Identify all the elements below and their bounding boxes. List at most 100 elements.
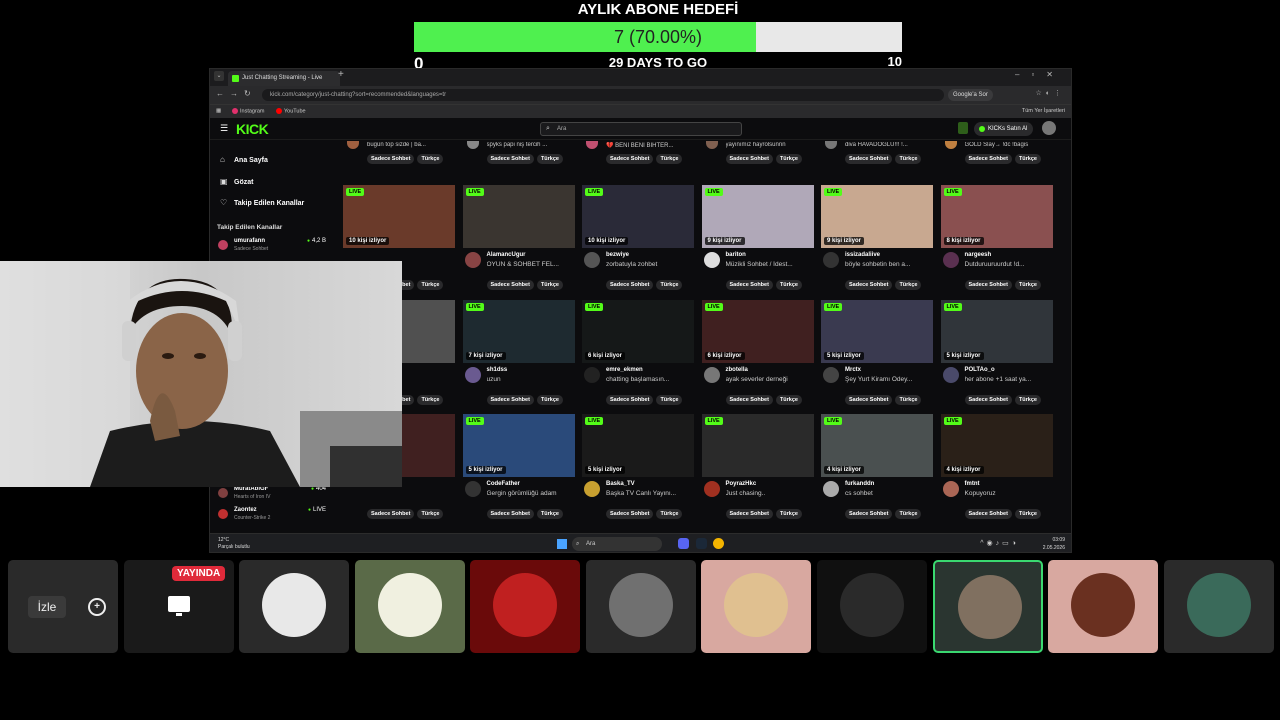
car-avatar[interactable] — [1164, 560, 1274, 653]
avatar[interactable] — [942, 366, 959, 383]
tag-language[interactable]: Türkçe — [656, 394, 683, 405]
tag-language[interactable]: Türkçe — [536, 394, 563, 405]
url-field[interactable]: kick.com/category/just-chatting?sort=rec… — [262, 89, 944, 101]
followed-channel[interactable]: umurafann Sadece Sohbet 4,2 B — [218, 238, 326, 254]
avatar[interactable] — [584, 252, 600, 268]
avatar[interactable] — [464, 366, 481, 383]
stream-thumbnail[interactable]: LIVE 5 kişi izliyor — [582, 414, 694, 477]
stream-thumbnail[interactable]: LIVE 5 kişi izliyor — [940, 299, 1053, 363]
channel-name[interactable]: emre_ekmen — [606, 367, 643, 373]
avatar[interactable] — [584, 366, 600, 383]
channel-name[interactable]: bezwiye — [606, 252, 629, 258]
tag-language[interactable]: Türkçe — [656, 280, 683, 290]
channel-name[interactable]: AlamancUgur — [487, 252, 526, 258]
tag-chat[interactable]: Sadece Sohbet — [964, 280, 1012, 290]
tag-chat[interactable]: Sadece Sohbet — [964, 509, 1012, 519]
tag-language[interactable]: Türkçe — [536, 509, 563, 519]
tag-chat[interactable]: Sadece Sohbet — [964, 394, 1012, 405]
tag-chat[interactable]: Sadece Sohbet — [606, 154, 654, 164]
system-tray-icon[interactable]: ^◉♪▭◑ — [980, 539, 1019, 547]
zoom-icon[interactable]: + — [88, 598, 106, 616]
tag-language[interactable]: Türkçe — [417, 280, 444, 290]
browser-tab[interactable]: Just Chatting Streaming - Live — [228, 71, 340, 86]
tag-language[interactable]: Türkçe — [1014, 509, 1041, 519]
tag-language[interactable]: Türkçe — [1014, 280, 1041, 290]
stream-thumbnail[interactable]: LIVE 5 kişi izliyor — [462, 414, 575, 477]
buy-kicks-button[interactable]: KICKs Satın Al — [974, 122, 1034, 136]
avatar[interactable] — [703, 252, 720, 268]
bookmark-instagram[interactable]: Instagram — [232, 108, 264, 114]
steam-icon[interactable] — [695, 538, 707, 549]
avatar[interactable] — [823, 252, 839, 268]
stream-card[interactable]: LIVE 7 kişi izliyor sh1dss uzun Sadece Sohbe… — [462, 299, 575, 412]
tag-language[interactable]: Türkçe — [1014, 394, 1041, 405]
tag-language[interactable]: Türkçe — [895, 154, 922, 164]
tag-language[interactable]: Türkçe — [417, 394, 444, 405]
sidebar-item-following[interactable]: ♡ Takip Edilen Kanallar — [220, 196, 304, 210]
stream-card-partial[interactable]: diva HAVADOGLU!!! !... Sadece Sohbet Türkç… — [821, 141, 933, 171]
hat-man-avatar[interactable] — [586, 560, 696, 653]
tag-language[interactable]: Türkçe — [775, 154, 802, 164]
tag-chat[interactable]: Sadece Sohbet — [486, 394, 534, 405]
weather-widget[interactable]: 12°C Parçalı bulutlu — [218, 537, 250, 551]
hamburger-menu-icon[interactable]: ☰ — [220, 123, 228, 134]
stream-card[interactable]: LIVE 10 kişi izliyor bezwiye zorbatuyla zoh… — [582, 185, 694, 297]
stream-card-partial[interactable]: GOLD Slay→ !dc !bagis Sadece Sohbet Türkçe — [941, 141, 1053, 171]
nav-buttons-icon[interactable]: ←→↻ — [216, 89, 257, 98]
channel-name[interactable]: Baska_TV — [606, 481, 635, 487]
tag-language[interactable]: Türkçe — [895, 394, 922, 405]
avatar[interactable] — [464, 252, 481, 268]
stream-card[interactable]: LIVE 5 kişi izliyor Baska_TV Başka TV Canlı… — [582, 414, 694, 526]
channel-name[interactable]: bariton — [726, 252, 746, 258]
channel-name[interactable]: issizadaliive — [845, 252, 880, 258]
watch-button[interactable]: İzle — [28, 596, 66, 618]
stream-card[interactable]: LIVE AlamancUgur OYUN & SOHBET FEL... Sadec… — [462, 185, 575, 297]
red-webcam-avatar[interactable] — [470, 560, 580, 653]
tag-language[interactable]: Türkçe — [895, 280, 922, 290]
stream-thumbnail[interactable]: LIVE 4 kişi izliyor — [940, 414, 1053, 477]
chicken-avatar[interactable] — [355, 560, 465, 653]
all-bookmarks[interactable]: Tüm Yer İşaretleri — [1022, 108, 1065, 114]
tag-chat[interactable]: Sadece Sohbet — [845, 154, 893, 164]
tag-language[interactable]: Türkçe — [656, 154, 683, 164]
tag-chat[interactable]: Sadece Sohbet — [606, 394, 654, 405]
bookmark-youtube[interactable]: YouTube — [276, 108, 306, 114]
stream-thumbnail[interactable]: LIVE 6 kişi izliyor — [582, 299, 694, 363]
taskbar-clock[interactable]: 03:09 2.05.2026 — [1043, 536, 1065, 552]
tag-chat[interactable]: Sadece Sohbet — [845, 394, 893, 405]
stream-card[interactable]: LIVE 5 kişi izliyor CodeFather Gergin görüm… — [462, 414, 575, 526]
apps-grid-icon[interactable]: ▦ — [216, 108, 221, 114]
dark-avatar[interactable] — [817, 560, 927, 653]
followed-channel[interactable]: MuratAbiGF Hearts of Iron IV 404 — [218, 486, 326, 502]
stream-card[interactable]: LIVE 6 kişi izliyor emre_ekmen chatting baş… — [582, 299, 694, 412]
channel-name[interactable]: sh1dss — [487, 367, 508, 373]
tag-chat[interactable]: Sadece Sohbet — [845, 280, 893, 290]
stream-thumbnail[interactable]: LIVE 9 kişi izliyor — [821, 185, 933, 248]
stream-card[interactable]: LIVE 4 kişi izliyor fmtnt Kopuyoruz Sadece S… — [940, 414, 1053, 526]
tab-search-icon[interactable]: ⌄ — [214, 71, 224, 81]
stream-card[interactable]: LIVE 9 kişi izliyor issizadaliive böyle soh… — [821, 185, 933, 297]
tag-language[interactable]: Türkçe — [1014, 154, 1041, 164]
chrome-icon[interactable] — [713, 538, 725, 549]
stream-thumbnail[interactable]: LIVE 5 kişi izliyor — [821, 299, 933, 363]
man-avatar-selected[interactable] — [933, 560, 1043, 653]
store-icon[interactable] — [958, 122, 968, 134]
avatar[interactable] — [703, 366, 720, 383]
stream-thumbnail[interactable]: LIVE 6 kişi izliyor — [701, 299, 814, 363]
stream-card[interactable]: LIVE 8 kişi izliyor nargeesh Dutduruuruurdu… — [940, 185, 1053, 297]
tag-language[interactable]: Türkçe — [775, 280, 802, 290]
channel-name[interactable]: nargeesh — [965, 252, 992, 258]
tag-language[interactable]: Türkçe — [536, 154, 563, 164]
tag-language[interactable]: Türkçe — [417, 154, 444, 164]
channel-name[interactable]: Mrctx — [845, 367, 861, 373]
tag-chat[interactable]: Sadece Sohbet — [486, 280, 534, 290]
stream-card-partial[interactable]: bugün top sizde | ba... Sadece Sohbet Türk… — [343, 141, 455, 171]
tag-chat[interactable]: Sadece Sohbet — [725, 509, 773, 519]
tag-language[interactable]: Türkçe — [775, 394, 802, 405]
stream-thumbnail[interactable]: LIVE — [462, 185, 575, 248]
stream-card[interactable]: LIVE 5 kişi izliyor Mrctx Şey Yurt Kiramı Ö… — [821, 299, 933, 412]
sidebar-item-home[interactable]: ⌂ Ana Sayfa — [220, 153, 268, 167]
channel-name[interactable]: PoyrazHkc — [726, 481, 757, 487]
avatar[interactable] — [823, 366, 839, 383]
sidebar-item-browse[interactable]: ▣ Gözat — [220, 175, 253, 189]
